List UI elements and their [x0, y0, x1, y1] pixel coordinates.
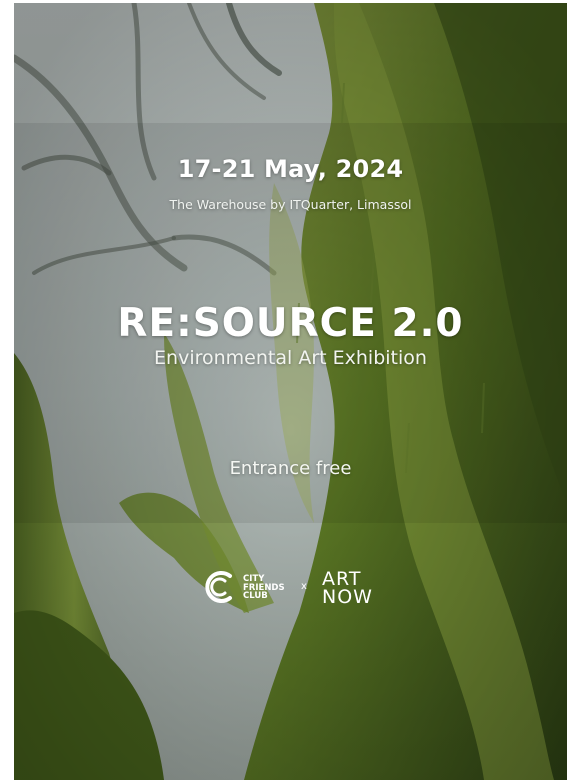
entrance-info: Entrance free: [229, 458, 352, 479]
event-title: RE:SOURCE 2.0: [117, 301, 464, 346]
art-now-logo: ART NOW: [322, 570, 373, 608]
logo-separator: x: [301, 581, 307, 592]
event-subtitle: Environmental Art Exhibition: [154, 347, 427, 369]
c-swirl-logo-icon: [205, 571, 232, 603]
event-date: 17-21 May, 2024: [177, 155, 404, 183]
event-venue: The Warehouse by ITQuarter, Limassol: [169, 197, 412, 212]
logo-word-club: CLUB: [243, 591, 268, 601]
mossy-forest-background: [14, 3, 567, 780]
logo-word-now: NOW: [322, 586, 373, 608]
city-friends-club-logo: CITY FRIENDS CLUB: [243, 575, 285, 601]
partner-logos: CITY FRIENDS CLUB x ART NOW: [14, 566, 567, 612]
event-poster: 17-21 May, 2024 The Warehouse by ITQuart…: [14, 3, 567, 780]
